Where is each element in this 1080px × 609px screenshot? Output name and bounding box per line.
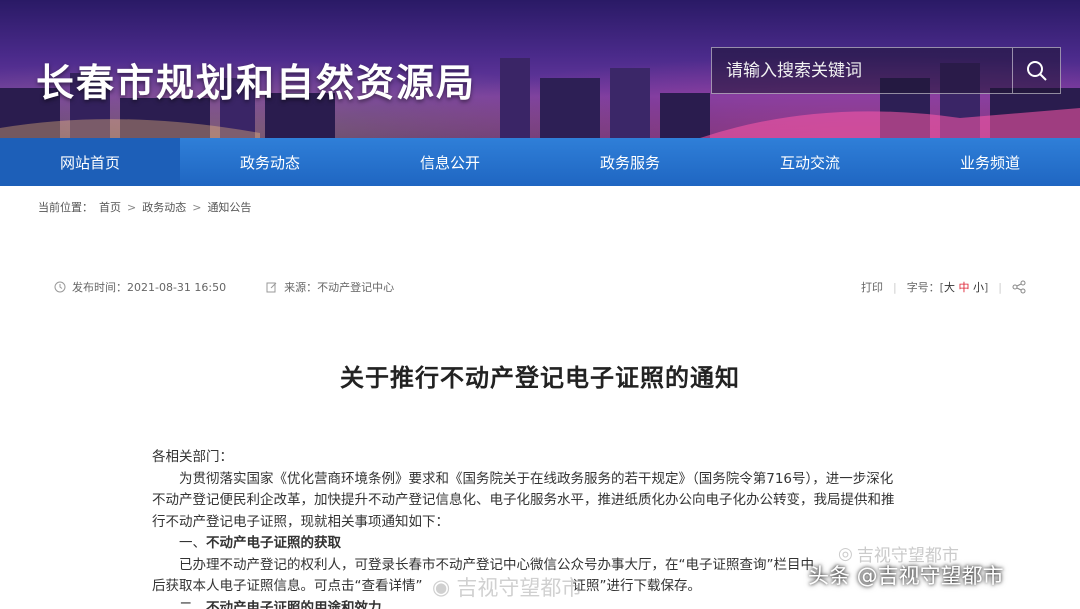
section-heading-text: 不动产电子证照的获取 bbox=[206, 535, 341, 551]
search-icon bbox=[1026, 60, 1047, 81]
header-banner: 长春市规划和自然资源局 bbox=[0, 0, 1080, 138]
salutation: 各相关部门： bbox=[152, 449, 233, 465]
nav-item-government-services[interactable]: 政务服务 bbox=[540, 138, 720, 186]
edit-icon bbox=[266, 282, 277, 293]
search-button[interactable] bbox=[1012, 48, 1060, 93]
breadcrumb: 当前位置： 首页 > 政务动态 > 通知公告 bbox=[38, 199, 251, 215]
article-source: 来源：不动产登记中心 bbox=[266, 279, 394, 295]
weibo-icon: ◉ bbox=[432, 575, 451, 599]
main-nav: 网站首页 政务动态 信息公开 政务服务 互动交流 业务频道 bbox=[0, 138, 1080, 186]
font-size-small[interactable]: 小 bbox=[973, 281, 984, 294]
breadcrumb-separator: > bbox=[192, 200, 202, 214]
breadcrumb-separator: > bbox=[127, 200, 137, 214]
paragraph-line: 为贯彻落实国家《优化营商环境条例》要求和《国务院关于在线政务服务的若干规定》（国… bbox=[179, 470, 894, 487]
tool-divider: | bbox=[998, 280, 1002, 294]
paragraph-line: 不动产登记便民利企改革，加快提升不动产登记信息化、电子化服务水平，推进纸质化办公… bbox=[152, 492, 895, 508]
nav-item-information-disclosure[interactable]: 信息公开 bbox=[360, 138, 540, 186]
section-heading: 一、不动产电子证照的获取 bbox=[152, 533, 942, 555]
breadcrumb-prefix: 当前位置： bbox=[38, 201, 93, 214]
section-number: 二、 bbox=[179, 599, 206, 609]
font-size-medium[interactable]: 中 bbox=[958, 281, 969, 294]
section-heading-text: 不动产电子证照的用途和效力 bbox=[206, 599, 382, 609]
paragraph-line: 行不动产登记电子证照，现就相关事项通知如下： bbox=[152, 513, 449, 530]
print-button[interactable]: 打印 bbox=[861, 279, 883, 295]
share-icon[interactable] bbox=[1012, 280, 1026, 294]
font-size-label: 字号：[ bbox=[906, 281, 944, 294]
nav-item-home[interactable]: 网站首页 bbox=[0, 138, 180, 186]
font-size-close: ] bbox=[983, 281, 989, 294]
weibo-watermark: ◉ 吉视守望都市 bbox=[432, 572, 582, 602]
nav-item-business-channel[interactable]: 业务频道 bbox=[900, 138, 1080, 186]
article-meta: 发布时间：2021-08-31 16:50 来源：不动产登记中心 打印 | 字号… bbox=[54, 278, 1026, 296]
section-number: 一、 bbox=[179, 535, 206, 551]
breadcrumb-notices[interactable]: 通知公告 bbox=[207, 199, 251, 215]
site-title: 长春市规划和自然资源局 bbox=[36, 61, 477, 105]
clock-icon bbox=[54, 281, 66, 293]
font-size-large[interactable]: 大 bbox=[944, 281, 955, 294]
weibo-watermark-text: 吉视守望都市 bbox=[456, 576, 583, 600]
tool-divider: | bbox=[892, 280, 897, 294]
nav-item-government-news[interactable]: 政务动态 bbox=[180, 138, 360, 186]
search-box bbox=[711, 47, 1061, 94]
nav-item-interaction[interactable]: 互动交流 bbox=[720, 138, 900, 186]
article-title: 关于推行不动产登记电子证照的通知 bbox=[340, 364, 740, 392]
publish-time: 发布时间：2021-08-31 16:50 bbox=[54, 279, 226, 295]
article-source-text: 来源：不动产登记中心 bbox=[284, 281, 395, 294]
breadcrumb-home[interactable]: 首页 bbox=[99, 199, 121, 215]
article-tools: 打印 | 字号：[大 中 小] | bbox=[861, 279, 1026, 295]
toutiao-watermark: 头条 @吉视守望都市 bbox=[808, 564, 1004, 588]
publish-time-text: 发布时间：2021-08-31 16:50 bbox=[72, 281, 227, 294]
font-size-control: 字号：[大 中 小] bbox=[907, 279, 989, 295]
paragraph-line-part: 证照”进行下载保存。 bbox=[572, 578, 702, 594]
search-input[interactable] bbox=[712, 48, 1012, 93]
breadcrumb-government-news[interactable]: 政务动态 bbox=[142, 199, 186, 215]
paragraph-line-part: 后获取本人电子证照信息。可点击“查看详情” bbox=[152, 578, 423, 594]
